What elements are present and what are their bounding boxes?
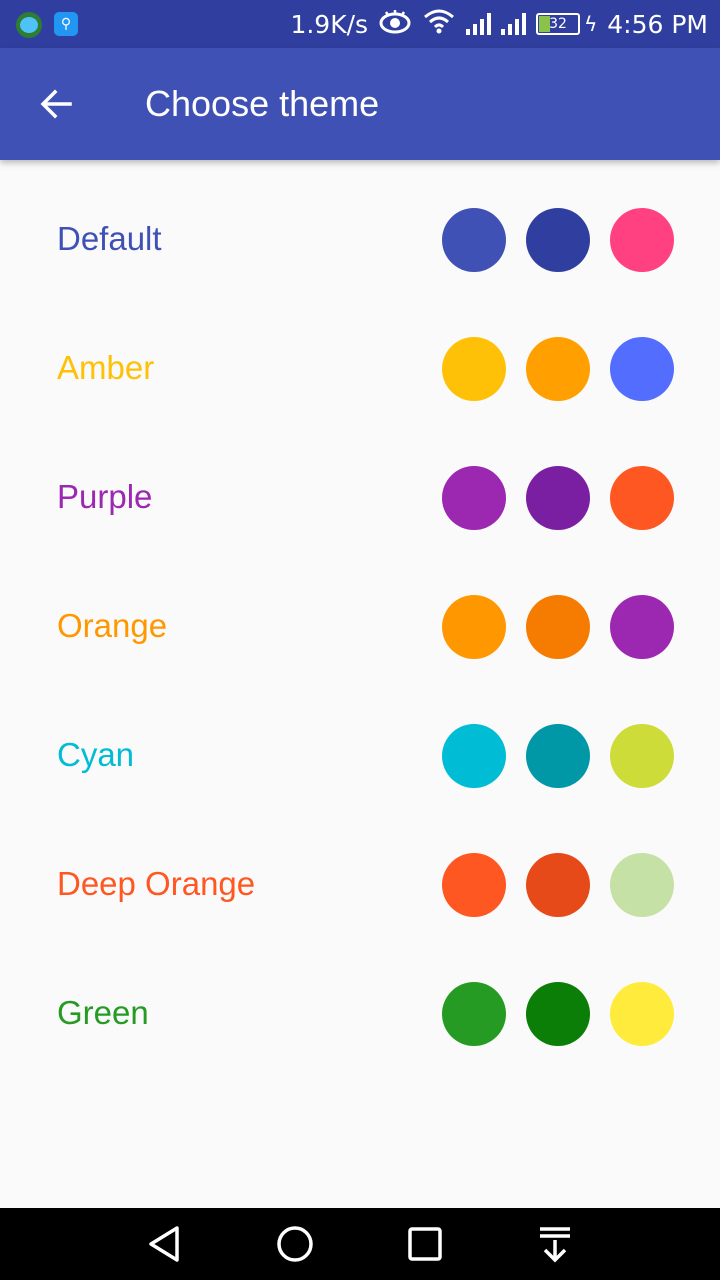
back-triangle-icon — [149, 1226, 179, 1262]
network-speed: 1.9K/s — [290, 9, 369, 39]
accent-color-swatch — [610, 595, 674, 659]
app-bar: Choose theme — [0, 48, 720, 160]
charging-icon: ϟ — [584, 12, 598, 36]
accent-color-swatch — [610, 337, 674, 401]
arrow-back-icon — [40, 89, 72, 119]
theme-row-amber[interactable]: Amber — [0, 305, 720, 434]
theme-label: Orange — [57, 607, 168, 644]
status-system-icons: 1.9K/s 32 ϟ 4:56 PM — [290, 0, 708, 48]
accent-color-swatch — [610, 982, 674, 1046]
primary-color-swatch — [442, 337, 506, 401]
battery-icon: 32 — [536, 13, 581, 35]
theme-row-default[interactable]: Default — [0, 176, 720, 305]
accent-color-swatch — [610, 853, 674, 917]
recents-square-icon — [408, 1227, 442, 1261]
theme-label: Deep Orange — [57, 865, 256, 902]
nav-back-button[interactable] — [129, 1208, 201, 1280]
primary-dark-color-swatch — [526, 982, 590, 1046]
eye-comfort-icon — [378, 8, 412, 41]
accent-color-swatch — [610, 724, 674, 788]
primary-color-swatch — [442, 982, 506, 1046]
battery-level: 32 — [549, 16, 567, 32]
clock: 4:56 PM — [607, 9, 708, 39]
signal-icon-1 — [466, 13, 492, 35]
accent-color-swatch — [610, 466, 674, 530]
primary-dark-color-swatch — [526, 595, 590, 659]
accent-color-swatch — [610, 208, 674, 272]
page-title: Choose theme — [145, 83, 380, 124]
theme-row-green[interactable]: Green — [0, 950, 720, 1079]
theme-label: Amber — [57, 349, 155, 386]
theme-list: Default Amber Purple Orange Cyan Deep Or… — [0, 176, 720, 1079]
nav-recents-button[interactable] — [389, 1208, 461, 1280]
wifi-icon — [422, 8, 456, 40]
primary-color-swatch — [442, 853, 506, 917]
home-circle-icon — [277, 1226, 313, 1262]
status-bar: ⚲ 1.9K/s 32 ϟ 4:56 PM — [0, 0, 720, 48]
primary-dark-color-swatch — [526, 208, 590, 272]
nav-notification-button[interactable] — [519, 1208, 591, 1280]
signal-icon-2 — [501, 13, 527, 35]
primary-color-swatch — [442, 595, 506, 659]
status-notification-icons: ⚲ — [16, 12, 78, 38]
primary-dark-color-swatch — [526, 337, 590, 401]
nav-home-button[interactable] — [259, 1208, 331, 1280]
system-navigation-bar — [0, 1208, 720, 1280]
theme-label: Green — [57, 994, 149, 1031]
theme-row-cyan[interactable]: Cyan — [0, 692, 720, 821]
primary-color-swatch — [442, 208, 506, 272]
theme-label: Default — [57, 220, 162, 257]
globe-app-icon — [16, 12, 42, 38]
theme-row-purple[interactable]: Purple — [0, 434, 720, 563]
primary-color-swatch — [442, 466, 506, 530]
theme-row-orange[interactable]: Orange — [0, 563, 720, 692]
primary-dark-color-swatch — [526, 466, 590, 530]
primary-dark-color-swatch — [526, 724, 590, 788]
primary-dark-color-swatch — [526, 853, 590, 917]
theme-label: Cyan — [57, 736, 135, 773]
primary-color-swatch — [442, 724, 506, 788]
theme-label: Purple — [57, 478, 153, 515]
theme-row-deep-orange[interactable]: Deep Orange — [0, 821, 720, 950]
back-button[interactable] — [24, 72, 88, 136]
usb-icon: ⚲ — [54, 12, 78, 36]
notification-pull-down-icon — [540, 1227, 570, 1263]
